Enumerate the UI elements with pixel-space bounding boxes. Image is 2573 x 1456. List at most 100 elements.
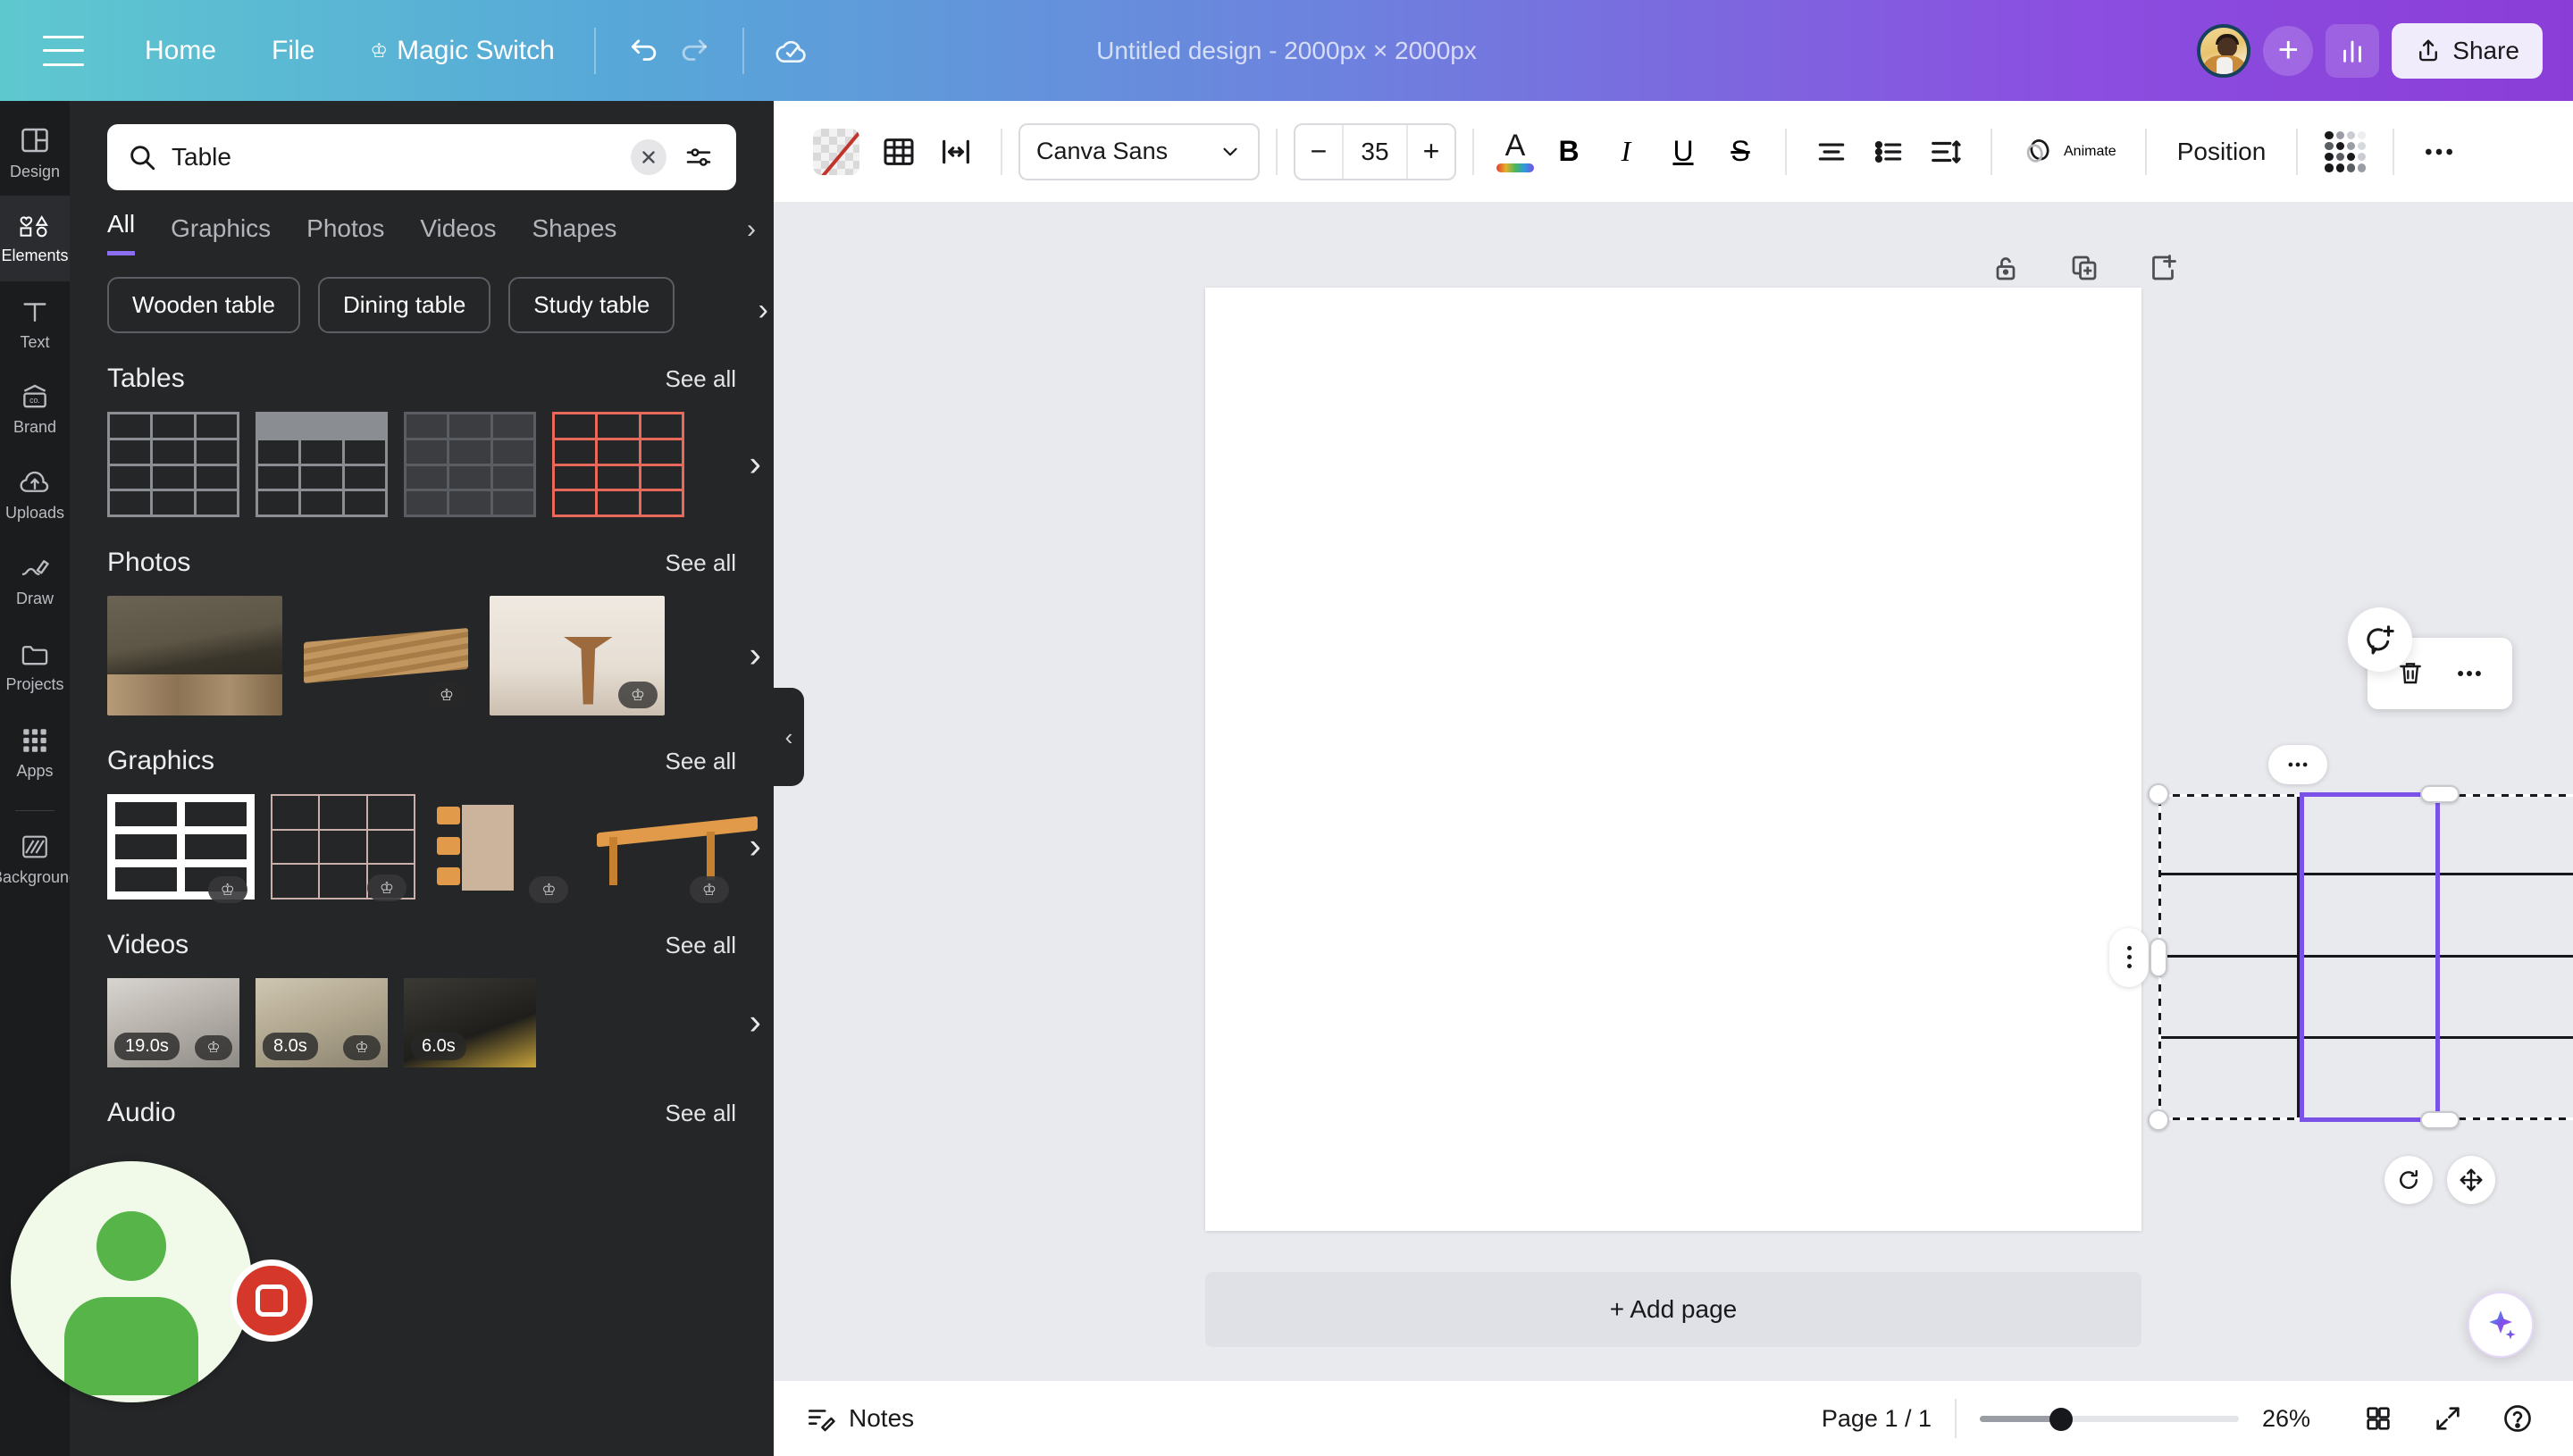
color-swatch-button[interactable]: [802, 123, 870, 180]
cloud-check-icon[interactable]: [767, 26, 817, 76]
table-object[interactable]: +: [2109, 638, 2573, 1204]
bullet-list-icon[interactable]: [1860, 123, 1917, 180]
table-template-2[interactable]: [256, 412, 388, 517]
hamburger-icon[interactable]: [43, 35, 84, 66]
chevron-right-icon[interactable]: ›: [750, 445, 761, 485]
filter-icon[interactable]: [681, 139, 717, 175]
chevron-right-icon[interactable]: ›: [758, 293, 768, 328]
sidebar-item-brand[interactable]: co. Brand: [0, 367, 70, 453]
row-menu-button[interactable]: [2109, 927, 2149, 987]
video-thumbnail[interactable]: 8.0s ♔: [256, 978, 388, 1067]
see-all-graphics[interactable]: See all: [666, 748, 737, 775]
photo-thumbnail[interactable]: ♔: [107, 596, 282, 715]
graphic-thumbnail[interactable]: ♔: [591, 794, 758, 903]
sidebar-item-apps[interactable]: Apps: [0, 710, 70, 796]
chevron-right-icon[interactable]: ›: [747, 214, 756, 245]
sidebar-item-draw[interactable]: Draw: [0, 539, 70, 624]
add-member-button[interactable]: +: [2263, 25, 2314, 76]
more-horizontal-icon[interactable]: [2446, 650, 2493, 697]
insights-button[interactable]: [2326, 23, 2380, 78]
see-all-videos[interactable]: See all: [666, 932, 737, 959]
tab-videos[interactable]: Videos: [420, 214, 496, 255]
file-menu-button[interactable]: File: [256, 27, 331, 75]
table-template-1[interactable]: [107, 412, 239, 517]
move-icon[interactable]: [2447, 1156, 2495, 1204]
resize-handle-top-left[interactable]: [2148, 783, 2169, 805]
share-button[interactable]: Share: [2392, 22, 2543, 79]
ai-assistant-button[interactable]: [2348, 607, 2412, 672]
table-template-3[interactable]: [404, 412, 536, 517]
strikethrough-button[interactable]: S: [1712, 123, 1769, 180]
rotate-icon[interactable]: [2384, 1156, 2433, 1204]
photo-thumbnail[interactable]: ♔: [490, 596, 665, 715]
bold-button[interactable]: B: [1540, 123, 1597, 180]
chevron-right-icon[interactable]: ›: [750, 1003, 761, 1043]
more-options-button[interactable]: [2410, 123, 2468, 180]
sidebar-item-text[interactable]: Text: [0, 281, 70, 367]
design-page[interactable]: [1205, 288, 2141, 1231]
magic-switch-button[interactable]: ♔ Magic Switch: [354, 27, 570, 75]
resize-handle-bottom-left[interactable]: [2148, 1109, 2169, 1131]
table-options-button[interactable]: [870, 123, 927, 180]
align-center-icon[interactable]: [1803, 123, 1860, 180]
magic-studio-button[interactable]: [2468, 1292, 2534, 1358]
zoom-slider-knob[interactable]: [2049, 1408, 2074, 1431]
see-all-photos[interactable]: See all: [666, 549, 737, 577]
video-thumbnail[interactable]: 19.0s ♔: [107, 978, 239, 1067]
sidebar-item-design[interactable]: Design: [0, 110, 70, 196]
lock-icon[interactable]: [1982, 245, 2029, 291]
search-input[interactable]: [172, 143, 616, 172]
add-page-button[interactable]: + Add page: [1205, 1272, 2141, 1347]
italic-button[interactable]: I: [1597, 123, 1655, 180]
text-color-icon[interactable]: A: [1490, 124, 1540, 180]
line-spacing-icon[interactable]: [1917, 123, 1974, 180]
tab-graphics[interactable]: Graphics: [171, 214, 271, 255]
sidebar-item-projects[interactable]: Projects: [0, 624, 70, 710]
chip-wooden-table[interactable]: Wooden table: [107, 277, 300, 333]
duplicate-icon[interactable]: [2061, 245, 2108, 291]
fullscreen-icon[interactable]: [2425, 1395, 2471, 1442]
cell-width-button[interactable]: [927, 123, 985, 180]
resize-handle-bottom[interactable]: [2420, 1111, 2460, 1129]
graphic-thumbnail[interactable]: ♔: [431, 794, 576, 903]
sidebar-item-elements[interactable]: Elements: [0, 196, 70, 281]
redo-icon[interactable]: [669, 26, 719, 76]
home-button[interactable]: Home: [129, 27, 232, 75]
chevron-right-icon[interactable]: ›: [750, 827, 761, 867]
grid-view-icon[interactable]: [2355, 1395, 2401, 1442]
font-size-input[interactable]: [1342, 124, 1408, 179]
graphic-thumbnail[interactable]: ♔: [107, 794, 255, 903]
position-button[interactable]: Position: [2163, 138, 2281, 166]
search-bar[interactable]: [107, 124, 736, 190]
column-menu-button[interactable]: [2268, 745, 2327, 784]
font-size-increase[interactable]: +: [1408, 125, 1454, 179]
see-all-tables[interactable]: See all: [666, 365, 737, 393]
underline-button[interactable]: U: [1655, 123, 1712, 180]
chip-study-table[interactable]: Study table: [508, 277, 675, 333]
font-size-decrease[interactable]: −: [1295, 125, 1342, 179]
tab-shapes[interactable]: Shapes: [532, 214, 616, 255]
video-thumbnail[interactable]: 6.0s: [404, 978, 536, 1067]
sidebar-item-uploads[interactable]: Uploads: [0, 453, 70, 539]
table-template-4[interactable]: [552, 412, 684, 517]
font-family-select[interactable]: Canva Sans: [1018, 122, 1260, 180]
chevron-right-icon[interactable]: ›: [750, 636, 761, 676]
undo-icon[interactable]: [619, 26, 669, 76]
stop-recording-icon[interactable]: [230, 1259, 313, 1342]
add-page-icon[interactable]: [2140, 245, 2186, 291]
chevron-left-icon[interactable]: ‹: [774, 688, 804, 786]
tab-all[interactable]: All: [107, 210, 136, 255]
zoom-slider[interactable]: [1980, 1405, 2239, 1432]
help-icon[interactable]: [2494, 1395, 2541, 1442]
sidebar-item-background[interactable]: Background: [0, 816, 78, 902]
close-icon[interactable]: [631, 139, 666, 175]
avatar[interactable]: [2197, 23, 2251, 78]
animate-button[interactable]: Animate: [2008, 136, 2129, 168]
resize-handle-top[interactable]: [2420, 785, 2460, 803]
photo-thumbnail[interactable]: ♔: [298, 596, 474, 715]
see-all-audio[interactable]: See all: [666, 1100, 737, 1127]
resize-handle-left[interactable]: [2150, 937, 2167, 977]
notes-button[interactable]: Notes: [806, 1403, 914, 1434]
transparency-button[interactable]: [2314, 123, 2376, 180]
chip-dining-table[interactable]: Dining table: [317, 277, 491, 333]
